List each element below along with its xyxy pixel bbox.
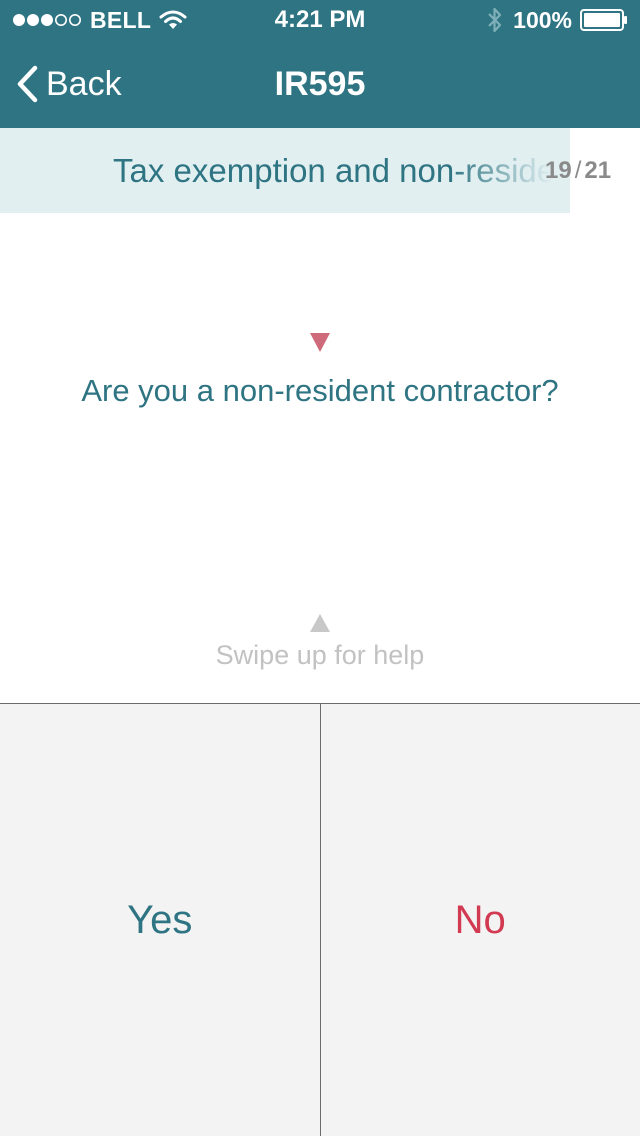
triangle-up-icon <box>310 614 330 632</box>
question-text: Are you a non-resident contractor? <box>81 373 559 408</box>
status-right: 100% <box>487 6 628 34</box>
battery-percent: 100% <box>513 6 572 33</box>
question-progress: 19/21 <box>545 128 611 213</box>
app-header: BELL 4:21 PM 100% Back IR595 <box>0 0 640 128</box>
section-header: Tax exemption and non-resident contracto… <box>0 128 640 213</box>
chevron-left-icon <box>17 65 38 103</box>
no-button[interactable]: No <box>320 704 640 1136</box>
progress-current: 19 <box>545 157 572 184</box>
progress-total: 21 <box>584 157 612 184</box>
triangle-down-icon <box>310 333 330 352</box>
battery-icon <box>580 9 627 31</box>
progress-separator: / <box>574 157 582 184</box>
navigation-bar: Back IR595 <box>0 40 640 128</box>
swipe-help-hint[interactable]: Swipe up for help <box>0 636 640 674</box>
answer-buttons: Yes No <box>0 703 640 1136</box>
bluetooth-icon <box>488 7 502 33</box>
back-button[interactable]: Back <box>16 62 122 106</box>
back-label: Back <box>46 64 122 103</box>
status-bar: BELL 4:21 PM 100% <box>0 0 640 40</box>
yes-button[interactable]: Yes <box>0 704 321 1136</box>
section-band: Tax exemption and non-resident contracto… <box>0 128 570 213</box>
